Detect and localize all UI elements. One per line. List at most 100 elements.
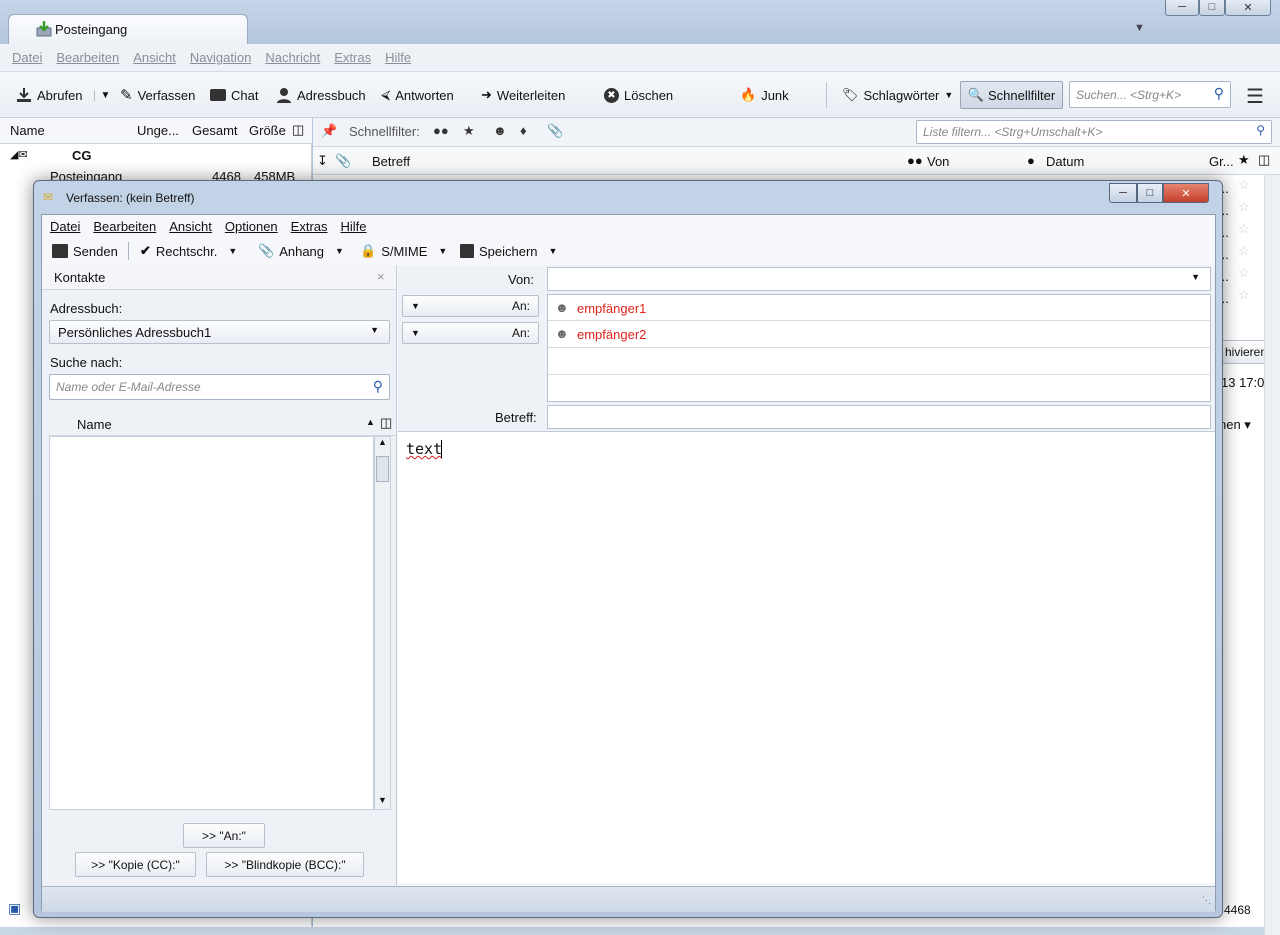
menu-nachricht[interactable]: Nachricht (265, 50, 320, 65)
read-column-icon[interactable]: ●● (907, 153, 923, 168)
from-select[interactable]: ▼ (547, 267, 1211, 291)
star-filter-icon[interactable]: ★ (463, 123, 475, 139)
recipient-type-select-2[interactable]: ▼ An: (402, 322, 539, 344)
column-subject[interactable]: Betreff (372, 154, 410, 169)
row-3-star-icon[interactable]: ☆ (1238, 221, 1250, 237)
recipient-row-empty-2[interactable] (548, 375, 1210, 401)
save-dropdown-icon[interactable]: ▼ (549, 246, 558, 256)
compose-menu-optionen[interactable]: Optionen (225, 219, 278, 234)
row-6-star-icon[interactable]: ☆ (1238, 287, 1250, 303)
recipient-address-1[interactable]: empfänger1 (577, 301, 646, 316)
add-to-button[interactable]: >> "An:" (183, 823, 265, 848)
column-total[interactable]: Gesamt (192, 123, 238, 138)
column-picker-icon[interactable]: ◫ (292, 122, 304, 138)
menu-extras[interactable]: Extras (334, 50, 371, 65)
smime-button[interactable]: 🔒 S/MIME ▼ (360, 237, 447, 265)
column-size-list[interactable]: Gr... (1209, 154, 1234, 169)
menu-datei[interactable]: Datei (12, 50, 42, 65)
send-button[interactable]: Senden (52, 237, 118, 265)
column-date[interactable]: Datum (1046, 154, 1084, 169)
compose-menu-bearbeiten[interactable]: Bearbeiten (93, 219, 156, 234)
junk-button[interactable]: 🔥 Junk (740, 72, 789, 118)
subject-input[interactable] (547, 405, 1211, 429)
hamburger-menu-icon[interactable]: ☰ (1246, 84, 1264, 109)
save-button[interactable]: Speichern ▼ (460, 237, 557, 265)
write-button[interactable]: ✎ Verfassen (120, 72, 195, 118)
delete-button[interactable]: ✖ Löschen (604, 72, 673, 118)
row-2-star-icon[interactable]: ☆ (1238, 199, 1250, 215)
tags-button[interactable]: 🏷 Schlagwörter ▼ (842, 72, 953, 118)
contact-filter-icon[interactable]: ☻ (493, 123, 507, 138)
attachment-filter-icon[interactable]: 📎 (547, 123, 563, 139)
contact-search-input[interactable]: Name oder E-Mail-Adresse ⚲ (49, 374, 390, 400)
forward-button[interactable]: ➜ Weiterleiten (481, 72, 565, 118)
addressbook-select[interactable]: Persönliches Adressbuch1 ▼ (49, 320, 390, 344)
contact-column-name[interactable]: Name (77, 417, 112, 432)
account-name[interactable]: CG (72, 148, 92, 163)
recipient-row-empty-1[interactable] (548, 348, 1210, 375)
spellcheck-dropdown-icon[interactable]: ▼ (228, 246, 237, 256)
thread-column-icon[interactable]: ↧ (317, 153, 328, 169)
compose-menu-extras[interactable]: Extras (291, 219, 328, 234)
column-size[interactable]: Größe (249, 123, 286, 138)
quick-filter-button[interactable]: 🔍 Schnellfilter (960, 81, 1063, 109)
scroll-down-icon[interactable]: ▼ (378, 795, 387, 805)
attachment-column-icon[interactable]: 📎 (335, 153, 351, 169)
get-mail-dropdown-icon[interactable]: ▼ (93, 89, 110, 101)
list-column-picker-icon[interactable]: ◫ (1258, 152, 1270, 168)
address-book-button[interactable]: Adressbuch (276, 72, 366, 118)
menu-ansicht[interactable]: Ansicht (133, 50, 176, 65)
spellcheck-button[interactable]: ✔ Rechtschr. ▼ (140, 237, 237, 265)
reply-button[interactable]: ⮘ Antworten (381, 72, 454, 118)
tab-posteingang[interactable]: Posteingang (8, 14, 248, 44)
menu-bearbeiten[interactable]: Bearbeiten (56, 50, 119, 65)
compose-menu-ansicht[interactable]: Ansicht (169, 219, 212, 234)
row-5-star-icon[interactable]: ☆ (1238, 265, 1250, 281)
get-mail-button[interactable]: Abrufen ▼ (16, 72, 110, 118)
star-column-icon[interactable]: ★ (1238, 152, 1250, 168)
compose-minimize-button[interactable]: ─ (1109, 183, 1137, 203)
minimize-button[interactable]: ─ (1165, 0, 1199, 16)
menu-hilfe[interactable]: Hilfe (385, 50, 411, 65)
smime-dropdown-icon[interactable]: ▼ (438, 246, 447, 256)
add-cc-button[interactable]: >> "Kopie (CC):" (75, 852, 196, 877)
scroll-thumb[interactable] (376, 456, 389, 482)
list-filter-input[interactable]: Liste filtern... <Strg+Umschalt+K> ⚲ (916, 120, 1272, 144)
recipient-row-1[interactable]: ☻ empfänger1 (548, 295, 1210, 321)
online-status-icon[interactable]: ▣ (8, 900, 21, 917)
junk-column-icon[interactable]: ● (1027, 153, 1035, 168)
chat-button[interactable]: Chat (210, 72, 258, 118)
compose-close-button[interactable]: ✕ (1163, 183, 1209, 203)
close-button[interactable]: ✕ (1225, 0, 1271, 16)
contact-list[interactable] (49, 436, 374, 810)
recipient-row-2[interactable]: ☻ empfänger2 (548, 321, 1210, 348)
attach-dropdown-icon[interactable]: ▼ (335, 246, 344, 256)
compose-menu-hilfe[interactable]: Hilfe (341, 219, 367, 234)
message-body-editor[interactable]: text (398, 431, 1215, 883)
list-scrollbar[interactable] (1264, 175, 1280, 935)
column-unread[interactable]: Unge... (137, 123, 179, 138)
column-from[interactable]: Von (927, 154, 949, 169)
maximize-button[interactable]: □ (1199, 0, 1225, 16)
row-4-star-icon[interactable]: ☆ (1238, 243, 1250, 259)
row-1-star-icon[interactable]: ☆ (1238, 177, 1250, 193)
recipient-type-select-1[interactable]: ▼ An: (402, 295, 539, 317)
add-bcc-button[interactable]: >> "Blindkopie (BCC):" (206, 852, 364, 877)
column-name[interactable]: Name (10, 123, 45, 138)
global-search-input[interactable]: Suchen... <Strg+K> ⚲ (1069, 81, 1231, 108)
menu-navigation[interactable]: Navigation (190, 50, 251, 65)
resize-grip-icon[interactable]: ⋱ (1202, 895, 1211, 906)
sidebar-close-icon[interactable]: × (377, 269, 385, 284)
tab-list-icon[interactable]: ▼ (1134, 22, 1145, 34)
more-button-peek[interactable]: nen ▾ (1219, 417, 1251, 433)
scroll-up-icon[interactable]: ▲ (378, 437, 387, 447)
tag-filter-icon[interactable]: ♦ (520, 123, 527, 138)
unread-filter-icon[interactable]: ●● (433, 123, 449, 138)
compose-menu-datei[interactable]: Datei (50, 219, 80, 234)
compose-maximize-button[interactable]: □ (1137, 183, 1163, 203)
contact-list-scrollbar[interactable]: ▲ ▼ (374, 436, 391, 810)
attach-button[interactable]: 📎 Anhang ▼ (258, 237, 344, 265)
pin-icon[interactable]: 📌 (321, 123, 337, 139)
recipient-address-2[interactable]: empfänger2 (577, 327, 646, 342)
expand-account-icon[interactable]: ◢✉ (10, 148, 28, 161)
